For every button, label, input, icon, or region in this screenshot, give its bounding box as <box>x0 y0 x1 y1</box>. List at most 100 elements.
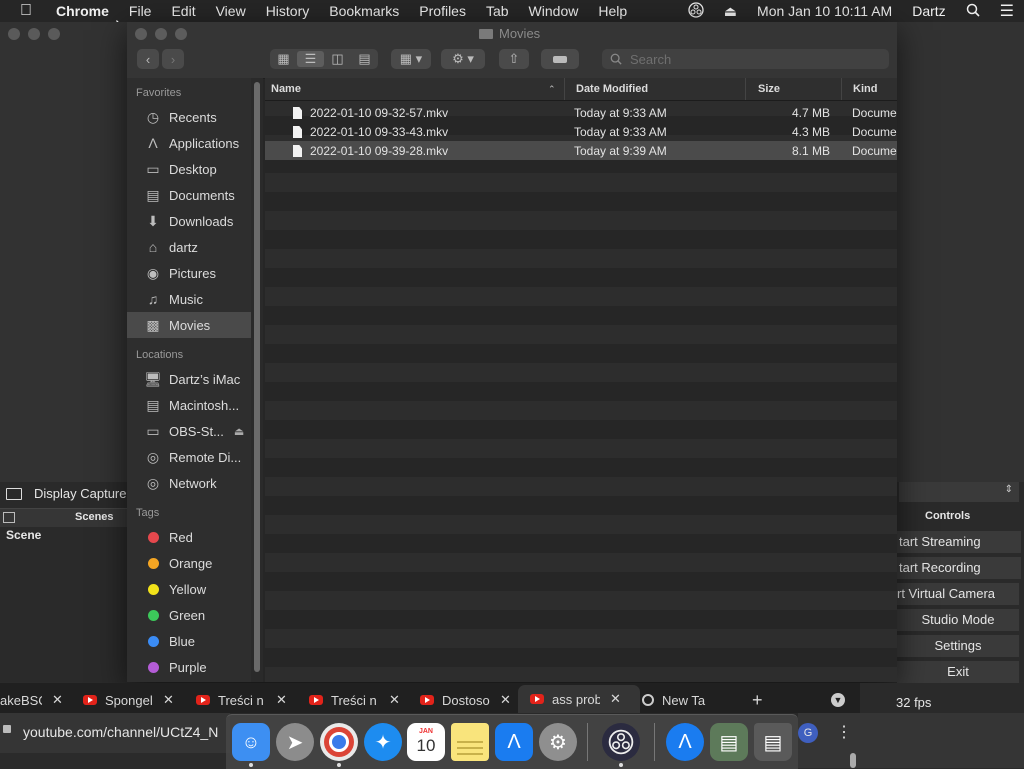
share-button[interactable]: ⇧ <box>499 49 529 69</box>
sidebar-item-obs-volume[interactable]: ▭ OBS-St... ⏏ <box>127 418 251 444</box>
close-button[interactable] <box>8 28 20 40</box>
menu-clock[interactable]: Mon Jan 10 10:11 AM <box>747 3 902 19</box>
column-date-header[interactable]: Date Modified <box>576 83 648 95</box>
browser-tab[interactable]: Treści n ✕ <box>196 687 296 713</box>
column-name-header[interactable]: Name <box>271 83 301 95</box>
chrome-icon[interactable] <box>320 723 358 761</box>
browser-tab[interactable]: akeBSC ✕ <box>0 687 70 713</box>
calendar-icon[interactable]: JAN 10 <box>407 723 445 761</box>
notification-center-icon[interactable]: ☰ <box>990 1 1024 21</box>
sidebar-item-music[interactable]: ♫ Music <box>127 286 251 312</box>
more-menu-icon[interactable]: ⋮ <box>836 722 852 742</box>
profile-avatar[interactable]: G <box>798 723 818 743</box>
list-view-icon[interactable]: ☰ <box>297 51 324 67</box>
close-tab-icon[interactable]: ✕ <box>610 691 621 707</box>
minimize-button[interactable] <box>155 28 167 40</box>
group-by-button[interactable]: ▦ ▾ <box>391 49 431 69</box>
eject-icon[interactable]: ⏏ <box>234 425 244 438</box>
address-bar[interactable]: youtube.com/channel/UCtZ4_N <box>23 724 228 740</box>
column-kind-header[interactable]: Kind <box>853 83 877 95</box>
menu-profiles[interactable]: Profiles <box>409 3 476 19</box>
column-view-icon[interactable]: ◫ <box>324 51 351 67</box>
sidebar-tag-purple[interactable]: Purple <box>127 654 251 680</box>
close-tab-icon[interactable]: ✕ <box>276 692 287 708</box>
scroll-thumb[interactable] <box>850 753 856 768</box>
sidebar-item-applications[interactable]: Λ Applications <box>127 130 251 156</box>
obs-studio-icon[interactable] <box>602 723 640 761</box>
trash-icon[interactable]: ▤ <box>754 723 792 761</box>
sidebar-scrollbar[interactable] <box>254 82 260 672</box>
browser-tab[interactable]: Spongel ✕ <box>83 687 183 713</box>
close-tab-icon[interactable]: ✕ <box>163 692 174 708</box>
sidebar-item-macintosh-hd[interactable]: ▤ Macintosh... <box>127 392 251 418</box>
menu-app-name[interactable]: Chrome <box>46 3 119 19</box>
new-tab-button[interactable]: + <box>752 687 772 713</box>
back-button[interactable]: ‹ <box>137 49 159 69</box>
downloads-stack-icon[interactable]: ▤ <box>710 723 748 761</box>
icon-view-icon[interactable]: ▦ <box>270 51 297 67</box>
start-recording-button[interactable]: tart Recording <box>897 557 1021 579</box>
browser-tab[interactable]: New Tal <box>642 687 742 713</box>
sidebar-tag-blue[interactable]: Blue <box>127 628 251 654</box>
sidebar-item-pictures[interactable]: ◉ Pictures <box>127 260 251 286</box>
spotlight-search-icon[interactable] <box>956 3 990 20</box>
eject-icon[interactable]: ⏏ <box>714 3 747 20</box>
sidebar-tag-red[interactable]: Red <box>127 524 251 550</box>
menu-view[interactable]: View <box>206 3 256 19</box>
zoom-button[interactable] <box>175 28 187 40</box>
notes-icon[interactable] <box>451 723 489 761</box>
app-store-icon[interactable]: Λ <box>495 723 533 761</box>
menu-history[interactable]: History <box>256 3 320 19</box>
minimize-button[interactable] <box>28 28 40 40</box>
close-tab-icon[interactable]: ✕ <box>500 692 511 708</box>
close-tab-icon[interactable]: ✕ <box>389 692 400 708</box>
start-virtual-camera-button[interactable]: rt Virtual Camera <box>897 583 1019 605</box>
browser-tab[interactable]: Dostoso ✕ <box>420 687 520 713</box>
finder-icon[interactable]: ☺ <box>232 723 270 761</box>
sidebar-item-downloads[interactable]: ⬇ Downloads <box>127 208 251 234</box>
close-button[interactable] <box>135 28 147 40</box>
obs-status-icon[interactable] <box>678 1 714 21</box>
start-streaming-button[interactable]: tart Streaming <box>897 531 1021 553</box>
sidebar-item-home[interactable]: ⌂ dartz <box>127 234 251 260</box>
sidebar-item-remote-disc[interactable]: ◎ Remote Di... <box>127 444 251 470</box>
menu-tab[interactable]: Tab <box>476 3 519 19</box>
menu-help[interactable]: Help <box>588 3 637 19</box>
sidebar-item-desktop[interactable]: ▭ Desktop <box>127 156 251 182</box>
sidebar-item-documents[interactable]: ▤ Documents <box>127 182 251 208</box>
menu-bookmarks[interactable]: Bookmarks <box>319 3 409 19</box>
action-button[interactable]: ⚙ ▾ <box>441 49 485 69</box>
table-row[interactable]: 2022-01-10 09-33-43.mkv Today at 9:33 AM… <box>265 122 897 141</box>
sidebar-tag-yellow[interactable]: Yellow <box>127 576 251 602</box>
sidebar-tag-orange[interactable]: Orange <box>127 550 251 576</box>
column-size-header[interactable]: Size <box>758 83 780 95</box>
menu-window[interactable]: Window <box>519 3 589 19</box>
tab-search-button[interactable]: ▼ <box>831 687 847 713</box>
studio-mode-button[interactable]: Studio Mode <box>897 609 1019 631</box>
menu-user[interactable]: Dartz <box>902 3 955 19</box>
obs-source-name[interactable]: Display Capture <box>34 486 127 501</box>
settings-button[interactable]: Settings <box>897 635 1019 657</box>
sidebar-tag-green[interactable]: Green <box>127 602 251 628</box>
apple-icon[interactable]:  <box>0 2 46 20</box>
close-tab-icon[interactable]: ✕ <box>52 692 63 708</box>
exit-button[interactable]: Exit <box>897 661 1019 683</box>
sidebar-item-network[interactable]: ◎ Network <box>127 470 251 496</box>
table-row-selected[interactable]: 2022-01-10 09-39-28.mkv Today at 9:39 AM… <box>265 141 897 160</box>
gallery-view-icon[interactable]: ▤ <box>351 51 378 67</box>
sidebar-item-imac[interactable]: 🖥 Dartz’s iMac <box>127 366 251 392</box>
launchpad-icon[interactable]: ➤ <box>276 723 314 761</box>
menu-edit[interactable]: Edit <box>161 3 205 19</box>
app-store-folder-icon[interactable]: Λ <box>666 723 704 761</box>
obs-dropdown[interactable]: ⇕ <box>899 482 1019 502</box>
zoom-button[interactable] <box>48 28 60 40</box>
safari-icon[interactable]: ✦ <box>364 723 402 761</box>
browser-tab-active[interactable]: ass prob ✕ <box>518 685 640 713</box>
menu-file[interactable]: File <box>119 3 162 19</box>
forward-button[interactable]: › <box>162 49 184 69</box>
tags-button[interactable] <box>541 49 579 69</box>
table-row[interactable]: 2022-01-10 09-32-57.mkv Today at 9:33 AM… <box>265 103 897 122</box>
scene-list-item[interactable]: Scene <box>6 528 41 542</box>
search-field[interactable]: Search <box>602 49 889 69</box>
sidebar-item-movies[interactable]: ▩ Movies <box>127 312 251 338</box>
